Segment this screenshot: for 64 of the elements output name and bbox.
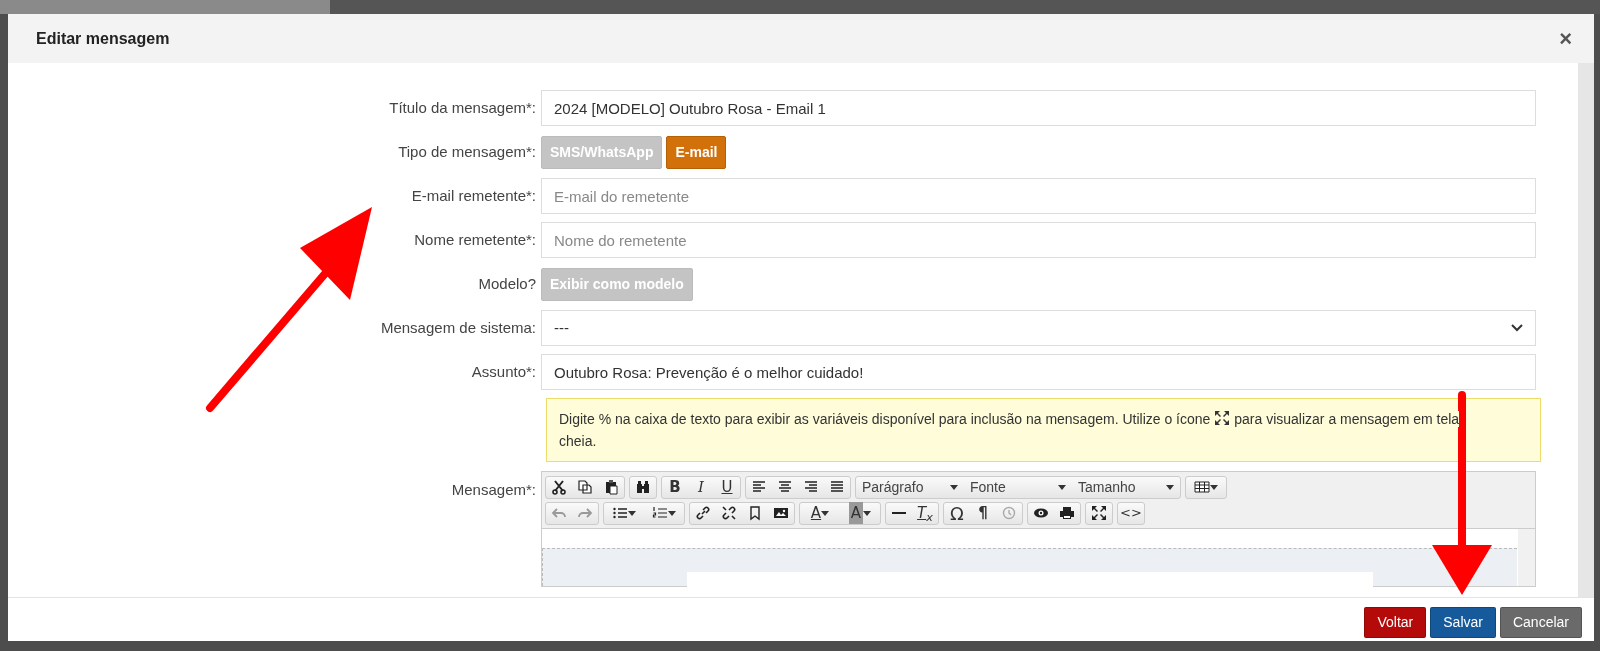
scrollbar[interactable]	[1578, 63, 1594, 597]
footer-button[interactable]: Salvar	[1430, 607, 1496, 638]
caret-icon	[628, 510, 636, 516]
caret-icon	[821, 510, 830, 516]
hint-text: cheia.	[559, 433, 597, 449]
field-label: Tipo de mensagem*:	[397, 141, 537, 162]
caret-icon	[668, 510, 676, 516]
paragraph-mark-button[interactable]: ¶	[970, 502, 996, 524]
source-code-button[interactable]: <>	[1118, 502, 1144, 524]
hint-text: para visualizar a mensagem em tela	[1234, 411, 1460, 427]
caret-icon	[863, 510, 872, 516]
footer-button[interactable]: Voltar	[1364, 607, 1427, 638]
table-icon	[1194, 479, 1210, 495]
numbered-list-icon	[652, 505, 668, 521]
subject-field[interactable]: Outubro Rosa: Prevenção é o melhor cuidado!	[541, 354, 1536, 390]
text-color-button[interactable]: A	[800, 502, 840, 524]
caret-icon	[1210, 484, 1218, 490]
bullet-list-icon	[612, 505, 628, 521]
background-color-button[interactable]: A	[840, 502, 880, 524]
system-message-select[interactable]: ---	[541, 310, 1536, 346]
fullscreen-icon	[1214, 410, 1231, 426]
caret-icon	[1166, 484, 1174, 490]
image-icon	[773, 505, 789, 521]
horizontal-line-icon	[891, 511, 907, 515]
sender-name-field[interactable]: Nome do remetente	[541, 222, 1536, 258]
printer-icon	[1059, 505, 1075, 521]
scrollbar[interactable]	[1518, 529, 1535, 586]
italic-button[interactable]: I	[688, 476, 714, 498]
chevron-down-icon	[1511, 324, 1523, 332]
align-right-icon	[803, 479, 819, 495]
align-center-icon	[777, 479, 793, 495]
binoculars-icon	[635, 479, 651, 495]
special-character-button[interactable]: Ω	[944, 502, 970, 524]
link-icon	[695, 505, 711, 521]
title-field[interactable]: 2024 [MODELO] Outubro Rosa - Email 1	[541, 90, 1536, 126]
field-label: Mensagem de sistema:	[379, 317, 537, 338]
field-label: Mensagem*:	[450, 480, 537, 500]
clear-format-button[interactable]: T$_{x}$	[912, 502, 938, 524]
field-label: Nome remetente*:	[413, 229, 537, 250]
history-icon	[1001, 505, 1017, 521]
field-label: Título da mensagem*:	[388, 97, 537, 118]
sender-email-field[interactable]: E-mail do remetente	[541, 178, 1536, 214]
toolbar-dropdown[interactable]: Tamanho	[1072, 476, 1180, 498]
underline-button[interactable]: U	[714, 476, 740, 498]
unlink-icon	[721, 505, 737, 521]
field-label: Assunto*:	[470, 361, 537, 382]
caret-icon	[950, 484, 958, 490]
align-justify-icon	[829, 479, 845, 495]
bookmark-icon	[747, 505, 763, 521]
bold-button[interactable]: B	[662, 476, 688, 498]
scissors-icon	[551, 479, 567, 495]
toolbar-dropdown[interactable]: Parágrafo	[856, 476, 964, 498]
fullscreen-icon	[1091, 505, 1107, 521]
field-label: E-mail remetente*:	[410, 185, 537, 206]
field-label: Modelo?	[477, 273, 537, 294]
toolbar-dropdown[interactable]: Fonte	[964, 476, 1072, 498]
close-button[interactable]: ×	[1559, 27, 1572, 50]
align-left-icon	[751, 479, 767, 495]
modal-title: Editar mensagem	[36, 28, 170, 49]
caret-icon	[1058, 484, 1066, 490]
copy-icon	[577, 479, 593, 495]
footer-button[interactable]: Cancelar	[1499, 607, 1582, 638]
editor-content-area[interactable]	[542, 529, 1535, 586]
clipboard-icon	[603, 479, 619, 495]
